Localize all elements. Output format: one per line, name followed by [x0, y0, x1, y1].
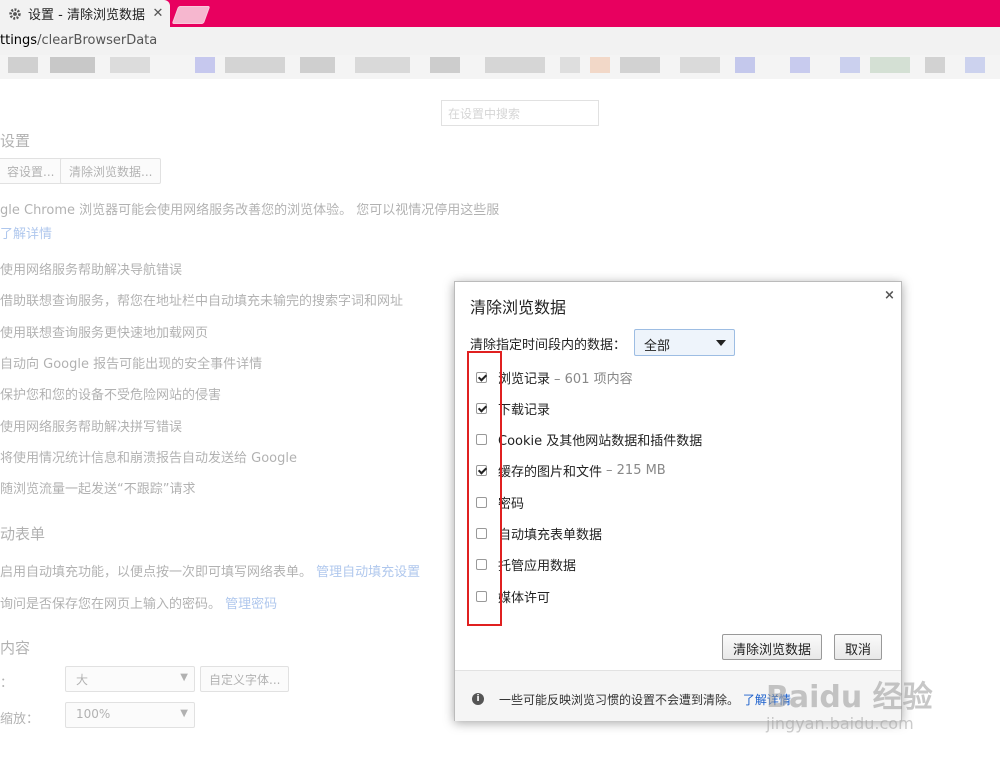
autofill-option[interactable]: 启用自动填充功能，以便点按一次即可填写网络表单。 管理自动填充设置	[0, 561, 420, 580]
bookmark-item[interactable]	[870, 57, 910, 73]
watermark-url: jingyan.baidu.com	[766, 714, 914, 733]
bookmark-item[interactable]	[110, 57, 150, 73]
close-icon[interactable]: ×	[884, 288, 895, 303]
bookmark-item[interactable]	[485, 57, 545, 73]
info-icon: i	[472, 693, 484, 705]
bookmark-item[interactable]	[355, 57, 410, 73]
autofill-text: 启用自动填充功能，以便点按一次即可填写网络表单。	[0, 565, 313, 580]
gear-icon	[9, 7, 21, 20]
section-heading: 动表单	[0, 525, 46, 543]
content-settings-button[interactable]: 容设置...	[0, 158, 64, 184]
time-range-value: 全部	[644, 339, 671, 354]
privacy-option[interactable]: 将使用情况统计信息和崩溃报告自动发送给 Google	[0, 447, 297, 466]
option-label: 缓存的图片和文件	[498, 464, 603, 480]
privacy-description: gle Chrome 浏览器可能会使用网络服务改善您的浏览体验。 您可以视情况停…	[0, 203, 500, 218]
url-path: /clearBrowserData	[37, 33, 158, 48]
custom-fonts-button[interactable]: 自定义字体...	[200, 666, 290, 692]
url-text: ttings/clearBrowserData	[0, 33, 157, 48]
manage-passwords-link[interactable]: 管理密码	[225, 597, 277, 612]
manage-autofill-link[interactable]: 管理自动填充设置	[316, 565, 420, 580]
option-cached-images[interactable]: 缓存的图片和文件 – 215 MB	[476, 460, 666, 480]
password-text: 询问是否保存您在网页上输入的密码。	[0, 597, 222, 612]
option-label: 托管应用数据	[498, 558, 577, 574]
bookmark-item[interactable]	[840, 57, 860, 73]
section-heading: 设置	[0, 132, 31, 150]
bookmark-item[interactable]	[680, 57, 720, 73]
privacy-option[interactable]: 随浏览流量一起发送“不跟踪”请求	[0, 478, 195, 497]
page-zoom-label: 缩放：	[0, 712, 40, 727]
time-range-select[interactable]: 全部	[634, 329, 735, 356]
clear-browsing-data-confirm-button[interactable]: 清除浏览数据	[722, 634, 823, 660]
page-zoom-select[interactable]: 100% ▼	[65, 702, 195, 728]
footer-text: 一些可能反映浏览习惯的设置不会遭到清除。 了解详情	[499, 691, 791, 708]
privacy-option[interactable]: 保护您和您的设备不受危险网站的侵害	[0, 384, 221, 403]
option-extra: – 215 MB	[606, 462, 666, 478]
chevron-down-icon: ▼	[180, 672, 188, 683]
bookmark-item[interactable]	[925, 57, 945, 73]
section-heading: 内容	[0, 639, 31, 657]
option-cookies[interactable]: Cookie 及其他网站数据和插件数据	[476, 429, 702, 449]
tab-title: 设置 - 清除浏览数据	[28, 8, 145, 23]
clear-browsing-data-button[interactable]: 清除浏览数据...	[60, 158, 162, 184]
font-size-label: ：	[0, 676, 14, 691]
font-size-value: 大	[76, 673, 89, 687]
tab-settings[interactable]: 设置 - 清除浏览数据 ✕	[0, 0, 170, 27]
option-label: 媒体许可	[498, 590, 551, 606]
cancel-button[interactable]: 取消	[834, 634, 883, 660]
bookmark-item[interactable]	[300, 57, 335, 73]
tab-close-icon[interactable]: ✕	[150, 6, 166, 21]
bookmark-item[interactable]	[965, 57, 985, 73]
privacy-option[interactable]: 自动向 Google 报告可能出现的安全事件详情	[0, 353, 262, 372]
privacy-option[interactable]: 使用网络服务帮助解决导航错误	[0, 259, 182, 278]
privacy-option[interactable]: 使用网络服务帮助解决拼写错误	[0, 416, 182, 435]
address-bar[interactable]: ttings/clearBrowserData	[0, 27, 1000, 56]
tab-strip: 设置 - 清除浏览数据 ✕	[0, 0, 1000, 27]
privacy-option[interactable]: 使用联想查询服务更快速地加载网页	[0, 322, 208, 341]
url-prefix: ttings	[0, 33, 38, 48]
chevron-down-icon: ▼	[180, 708, 188, 719]
watermark: Baidu 经验 jingyan.baidu.com	[766, 672, 996, 742]
caret-down-icon	[716, 340, 726, 346]
page-zoom-value: 100%	[76, 707, 111, 721]
bookmark-item[interactable]	[560, 57, 580, 73]
settings-search-input[interactable]: 在设置中搜索	[441, 100, 599, 126]
privacy-option[interactable]: 借助联想查询服务，帮您在地址栏中自动填充未输完的搜索字词和网址	[0, 290, 403, 309]
dialog-title: 清除浏览数据	[470, 298, 567, 317]
password-option[interactable]: 询问是否保存您在网页上输入的密码。 管理密码	[0, 593, 277, 612]
clear-browsing-data-dialog: 清除浏览数据 × 清除指定时间段内的数据： 全部 浏览记录 – 601 项内容 …	[454, 281, 902, 721]
option-label: 下载记录	[498, 402, 551, 418]
bookmark-item[interactable]	[50, 57, 95, 73]
bookmarks-bar	[0, 55, 1000, 79]
bookmark-item[interactable]	[430, 57, 460, 73]
bookmark-item[interactable]	[195, 57, 215, 73]
footer-message: 一些可能反映浏览习惯的设置不会遭到清除。	[499, 693, 740, 707]
highlight-box	[467, 351, 502, 626]
option-label: 浏览记录	[498, 371, 551, 387]
learn-more-link[interactable]: 了解详情	[0, 223, 52, 242]
option-label: Cookie 及其他网站数据和插件数据	[498, 433, 703, 449]
bookmark-item[interactable]	[590, 57, 610, 73]
bookmark-item[interactable]	[735, 57, 755, 73]
bookmark-item[interactable]	[8, 57, 38, 73]
bookmark-item[interactable]	[620, 57, 660, 73]
bookmark-item[interactable]	[225, 57, 285, 73]
new-tab-button[interactable]	[171, 6, 211, 24]
option-label: 自动填充表单数据	[498, 527, 603, 543]
font-size-select[interactable]: 大 ▼	[65, 666, 195, 692]
watermark-logo: Baidu 经验	[766, 680, 933, 715]
option-extra: – 601 项内容	[554, 371, 633, 387]
bookmark-item[interactable]	[790, 57, 810, 73]
